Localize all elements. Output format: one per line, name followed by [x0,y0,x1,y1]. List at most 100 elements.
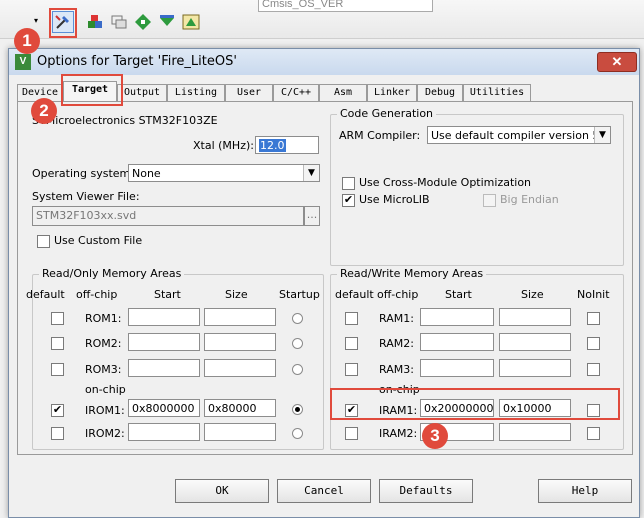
ram2-start-input[interactable] [420,333,494,351]
rw-header-noinit: NoInit [577,288,610,301]
rom1-default-checkbox[interactable] [51,312,64,325]
iram2-noinit-checkbox[interactable] [587,427,600,440]
rom1-start-input[interactable] [128,308,200,326]
ram3-noinit-checkbox[interactable] [587,363,600,376]
microlib-label: Use MicroLIB [359,193,430,206]
chevron-down-icon[interactable]: ▼ [303,165,319,181]
arm-compiler-value: Use default compiler version 5 [431,129,600,142]
toolbar-highlight-box [49,8,77,38]
rom3-start-input[interactable] [128,359,200,377]
rom1-startup-radio[interactable] [292,313,303,324]
ram2-noinit-checkbox[interactable] [587,337,600,350]
keil-app-icon: V [15,54,31,70]
rw-header-offchip: off-chip [377,288,419,301]
tab-user[interactable]: User [225,84,273,101]
irom2-start-input[interactable] [128,423,200,441]
use-custom-file-checkbox[interactable] [37,235,50,248]
irom1-default-checkbox[interactable]: ✔ [51,404,64,417]
ro-header-offchip: off-chip [76,288,118,301]
code-generation-group: Code Generation ARM Compiler: Use defaul… [330,107,624,266]
tab-asm[interactable]: Asm [319,84,367,101]
irom2-size-input[interactable] [204,423,276,441]
rom3-size-input[interactable] [204,359,276,377]
big-endian-checkbox [483,194,496,207]
dialog-title-bar[interactable]: V Options for Target 'Fire_LiteOS' ✕ [9,49,639,75]
arm-compiler-label: ARM Compiler: [339,129,421,142]
run-time-environment-icon[interactable] [180,11,202,33]
ram2-default-checkbox[interactable] [345,337,358,350]
arm-compiler-select[interactable]: Use default compiler version 5 ▼ [427,126,611,144]
dialog-title: Options for Target 'Fire_LiteOS' [37,54,237,69]
step-badge-3: 3 [422,423,448,449]
ram3-label: RAM3: [379,363,414,376]
rom2-startup-radio[interactable] [292,338,303,349]
rom1-label: ROM1: [85,312,122,325]
cross-module-checkbox[interactable] [342,177,355,190]
tab-listing[interactable]: Listing [167,84,225,101]
select-packs-icon[interactable] [132,11,154,33]
device-name: STMicroelectronics STM32F103ZE [32,114,218,127]
rw-header-size: Size [521,288,544,301]
svd-label: System Viewer File: [32,190,140,203]
readwrite-memory-title: Read/Write Memory Areas [337,267,487,280]
irom2-startup-radio[interactable] [292,428,303,439]
svd-file-input[interactable]: STM32F103xx.svd [32,206,304,226]
rom2-default-checkbox[interactable] [51,337,64,350]
use-custom-file-label: Use Custom File [54,234,143,247]
microlib-checkbox[interactable]: ✔ [342,194,355,207]
ram3-start-input[interactable] [420,359,494,377]
ram1-label: RAM1: [379,312,414,325]
ro-header-start: Start [154,288,181,301]
irom1-size-input[interactable]: 0x80000 [204,399,276,417]
ram1-noinit-checkbox[interactable] [587,312,600,325]
readonly-memory-title: Read/Only Memory Areas [39,267,185,280]
os-select[interactable]: None ▼ [128,164,320,182]
rom3-startup-radio[interactable] [292,364,303,375]
iram2-size-input[interactable] [499,423,571,441]
svd-browse-button[interactable]: ... [304,206,320,226]
tab-debug[interactable]: Debug [417,84,463,101]
tab-c-cpp[interactable]: C/C++ [273,84,319,101]
ram3-size-input[interactable] [499,359,571,377]
irom1-start-input[interactable]: 0x8000000 [128,399,200,417]
rw-header-default: default [335,288,374,301]
tab-utilities[interactable]: Utilities [463,84,531,101]
help-button[interactable]: Help [538,479,632,503]
irom2-default-checkbox[interactable] [51,427,64,440]
big-endian-label: Big Endian [500,193,559,206]
file-extensions-icon[interactable] [108,11,130,33]
manage-components-icon[interactable] [84,11,106,33]
ram1-default-checkbox[interactable] [345,312,358,325]
toolbar-dropdown-arrow[interactable]: ▾ [34,14,42,28]
irom1-startup-radio[interactable] [292,404,303,415]
iram2-default-checkbox[interactable] [345,427,358,440]
rom1-size-input[interactable] [204,308,276,326]
toolbar: Cmsis_OS_VER ▾ [0,0,644,39]
ro-header-size: Size [225,288,248,301]
rom2-start-input[interactable] [128,333,200,351]
defaults-button[interactable]: Defaults [379,479,473,503]
os-label: Operating system: [32,167,134,180]
ram3-default-checkbox[interactable] [345,363,358,376]
cancel-button[interactable]: Cancel [277,479,371,503]
pack-installer-icon[interactable] [156,11,178,33]
ro-header-startup: Startup [279,288,320,301]
rom2-size-input[interactable] [204,333,276,351]
ram1-size-input[interactable] [499,308,571,326]
rom3-label: ROM3: [85,363,122,376]
tab-linker[interactable]: Linker [367,84,417,101]
rw-header-start: Start [445,288,472,301]
xtal-value: 12.0 [259,139,286,152]
rom3-default-checkbox[interactable] [51,363,64,376]
irom1-label: IROM1: [85,404,125,417]
project-target-combo[interactable]: Cmsis_OS_VER [258,0,433,12]
ram2-size-input[interactable] [499,333,571,351]
xtal-label: Xtal (MHz): [193,139,254,152]
tab-output[interactable]: Output [117,84,167,101]
close-button[interactable]: ✕ [597,52,637,72]
ok-button[interactable]: OK [175,479,269,503]
readwrite-memory-group: Read/Write Memory Areas default off-chip… [330,267,624,450]
chevron-down-icon[interactable]: ▼ [594,127,610,143]
ram1-start-input[interactable] [420,308,494,326]
xtal-input[interactable]: 12.0 [255,136,319,154]
